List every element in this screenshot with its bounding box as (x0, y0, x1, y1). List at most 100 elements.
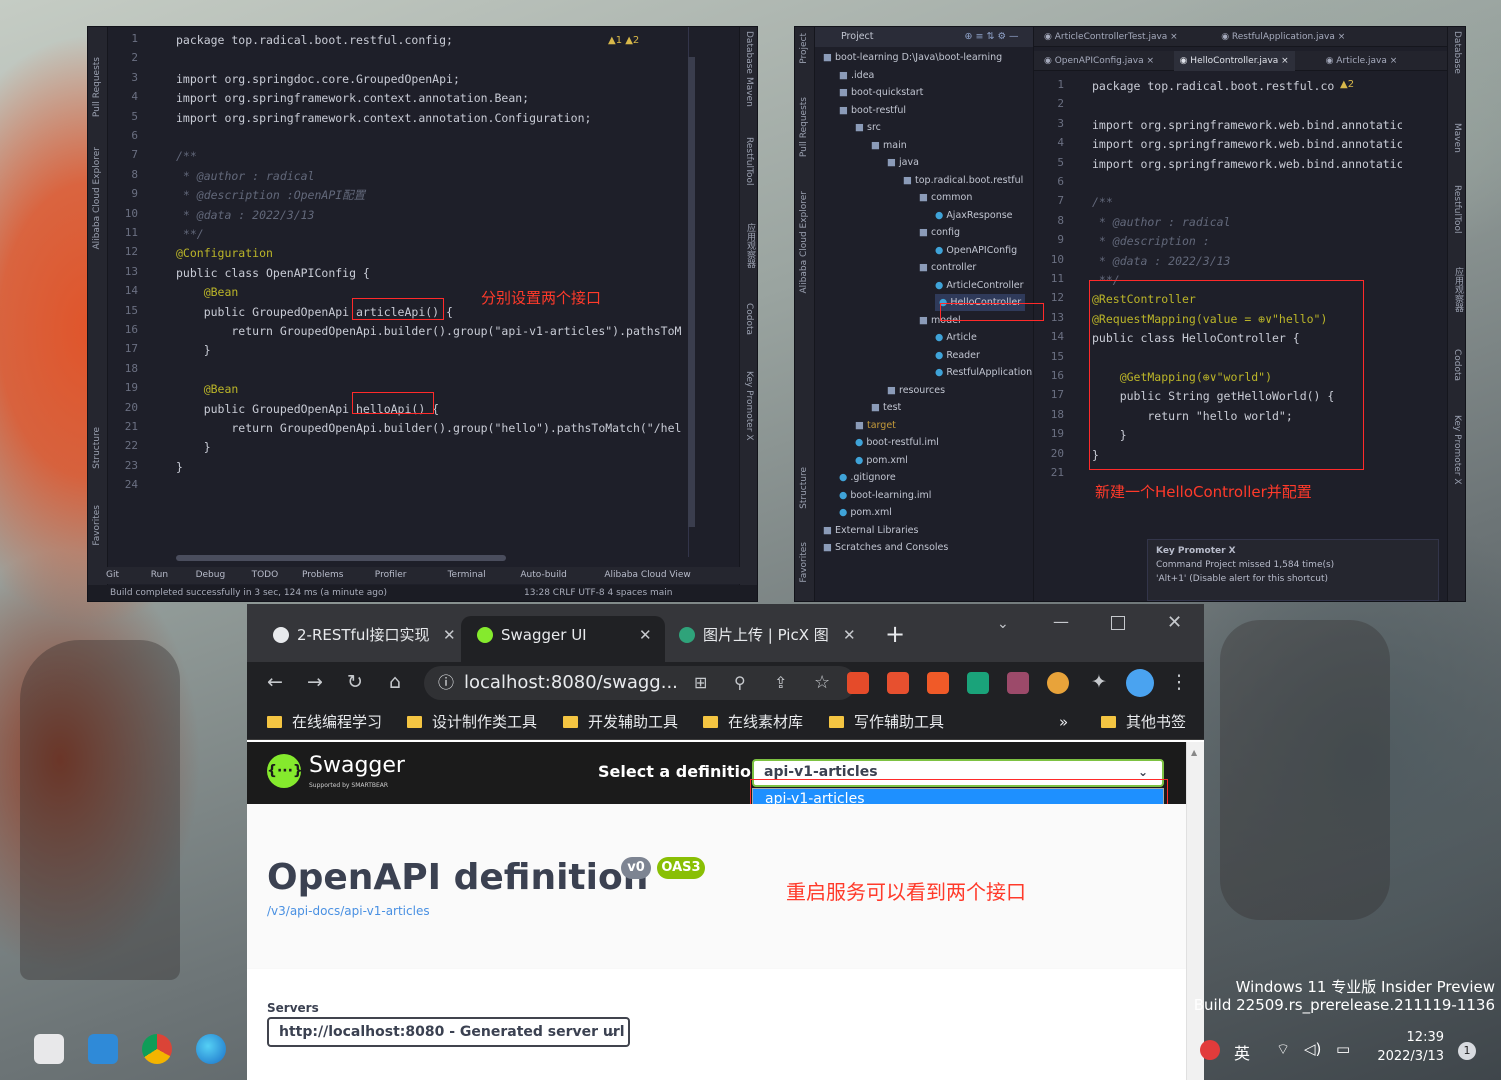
toolbar-item-debug[interactable]: Debug (196, 567, 226, 584)
desktop-app-icon[interactable] (88, 1034, 118, 1064)
panel-tools-icons[interactable]: ⊕ ≡ ⇅ ⚙ — (965, 31, 1019, 42)
tree-item[interactable]: ■ test (871, 399, 901, 416)
toolbar-item-git[interactable]: Git (106, 567, 119, 584)
side-label-structure-r[interactable]: Structure (799, 467, 809, 509)
editor-tab[interactable]: ◉ HelloController.java × (1173, 51, 1295, 71)
warnings-indicator[interactable]: ▲1 ▲2 (608, 35, 639, 46)
tree-item[interactable]: ■ target (855, 417, 896, 434)
side-label-pull-requests-r[interactable]: Pull Requests (799, 97, 809, 157)
side-label-database-r[interactable]: Database (1452, 31, 1462, 74)
side-label-alibaba-r[interactable]: Alibaba Cloud Explorer (799, 191, 809, 294)
swagger-logo-icon[interactable]: {···} (267, 754, 303, 788)
project-panel-header[interactable]: Project ⊕ ≡ ⇅ ⚙ — (815, 27, 1033, 47)
tree-item[interactable]: ■ resources (887, 382, 945, 399)
extension-icon-3[interactable] (927, 672, 949, 694)
tree-item[interactable]: ● RestfulApplication (935, 364, 1032, 381)
edge-taskbar-icon[interactable] (196, 1034, 226, 1064)
tree-item[interactable]: ● Reader (935, 347, 980, 364)
tree-item[interactable]: ■ common (919, 189, 972, 206)
side-label-key-promoter-r[interactable]: Key Promoter X (1452, 415, 1462, 485)
tab-close-icon[interactable]: ✕ (639, 616, 652, 654)
side-label-alibaba[interactable]: Alibaba Cloud Explorer (92, 147, 102, 250)
code-editor[interactable]: package top.radical.boot.restful.config;… (176, 31, 688, 557)
tab-close-icon[interactable]: ✕ (443, 616, 456, 654)
api-docs-link[interactable]: /v3/api-docs/api-v1-articles (267, 904, 430, 918)
toolbar-item-profiler[interactable]: Profiler (375, 567, 407, 584)
side-label-favorites[interactable]: Favorites (92, 505, 102, 546)
zoom-icon[interactable]: ⚲ (734, 666, 746, 700)
tree-item[interactable]: ● boot-restful.iml (855, 434, 939, 451)
extension-icon-4[interactable] (967, 672, 989, 694)
tree-item[interactable]: ● .gitignore (839, 469, 896, 486)
extension-icon-2[interactable] (887, 672, 909, 694)
bookmark-folder-2[interactable]: 设计制作类工具 (407, 712, 537, 732)
side-label-pull-requests[interactable]: Pull Requests (92, 57, 102, 117)
tree-item[interactable]: ● Article (935, 329, 977, 346)
ime-indicator[interactable]: 英 (1234, 1040, 1250, 1064)
tree-item[interactable]: ■ config (919, 224, 960, 241)
home-icon[interactable]: ⌂ (383, 670, 407, 694)
bookmarks-overflow[interactable]: » (1059, 712, 1068, 732)
page-scrollbar[interactable]: ▲ (1186, 742, 1204, 1080)
tree-item[interactable]: ■ boot-learning D:\Java\boot-learning (823, 49, 1002, 66)
minimize-icon[interactable]: — (1053, 612, 1069, 631)
menu-kebab-icon[interactable]: ⋮ (1167, 670, 1191, 694)
side-label-maven[interactable]: Maven (744, 77, 754, 107)
tree-item[interactable]: ■ java (887, 154, 919, 171)
puzzle-extensions-icon[interactable]: ✦ (1087, 670, 1111, 694)
toolbar-item-run[interactable]: Run (151, 567, 168, 584)
tree-item[interactable]: ■ boot-restful (839, 102, 906, 119)
wifi-icon[interactable]: ⌔ (1276, 1040, 1290, 1059)
address-bar[interactable]: ⓘ localhost:8080/swagg... ⊞ ⚲ ⇪ ☆ (424, 666, 856, 700)
info-icon[interactable]: ⓘ (438, 666, 454, 700)
swagger-logo-text[interactable]: Swagger (309, 754, 405, 778)
tree-item[interactable]: ● ArticleController (935, 277, 1024, 294)
clock-date[interactable]: 2022/3/13 (1372, 1049, 1444, 1064)
clock-time[interactable]: 12:39 (1400, 1030, 1444, 1045)
editor-status[interactable]: 13:28 CRLF UTF-8 4 spaces main (524, 585, 673, 601)
netease-tray-icon[interactable] (1200, 1040, 1220, 1060)
bookmark-folder-1[interactable]: 在线编程学习 (267, 712, 382, 732)
translate-icon[interactable]: ⊞ (694, 666, 707, 700)
scroll-up-icon[interactable]: ▲ (1191, 748, 1197, 757)
editor-tab[interactable]: ◉ Article.java × (1320, 51, 1404, 71)
tree-item[interactable]: ■ controller (919, 259, 976, 276)
tree-item[interactable]: ■ boot-quickstart (839, 84, 923, 101)
new-tab-icon[interactable]: + (885, 622, 905, 646)
bookmark-folder-5[interactable]: 写作辅助工具 (829, 712, 944, 732)
reload-icon[interactable]: ↻ (343, 670, 367, 694)
key-promoter-notification[interactable]: Key Promoter X Command Project missed 1,… (1147, 539, 1439, 601)
side-label-app-observer[interactable]: 应用观察器 (744, 223, 757, 268)
server-select[interactable]: http://localhost:8080 - Generated server… (267, 1017, 630, 1047)
chrome-taskbar-icon[interactable] (142, 1034, 172, 1064)
bookmark-folder-3[interactable]: 开发辅助工具 (563, 712, 678, 732)
side-label-key-promoter[interactable]: Key Promoter X (744, 371, 754, 441)
side-label-codota-r[interactable]: Codota (1452, 349, 1462, 381)
side-label-restfultool-r[interactable]: RestfulTool (1452, 185, 1462, 233)
side-label-maven-r[interactable]: Maven (1452, 123, 1462, 153)
extension-icon-1[interactable] (847, 672, 869, 694)
tree-item[interactable]: ● AjaxResponse (935, 207, 1013, 224)
extension-icon-6[interactable] (1047, 672, 1069, 694)
forward-icon[interactable]: → (303, 670, 327, 694)
extension-icon-5[interactable] (1007, 672, 1029, 694)
share-icon[interactable]: ⇪ (774, 666, 787, 700)
toolbar-item-todo[interactable]: TODO (252, 567, 279, 584)
warnings-indicator-right[interactable]: ▲2 (1340, 79, 1354, 90)
editor-tab[interactable]: ◉ ArticleControllerTest.java × (1038, 27, 1184, 47)
tree-item[interactable]: ■ top.radical.boot.restful (903, 172, 1023, 189)
notification-count-badge[interactable]: 1 (1458, 1042, 1476, 1060)
tree-item[interactable]: ● OpenAPIConfig (935, 242, 1017, 259)
tab-search-icon[interactable]: ⌄ (997, 616, 1009, 632)
tree-item[interactable]: ● pom.xml (839, 504, 892, 521)
side-label-app-observer-r[interactable]: 应用观察器 (1452, 267, 1465, 312)
side-label-restfultool[interactable]: RestfulTool (744, 137, 754, 185)
side-label-database[interactable]: Database (744, 31, 754, 74)
vertical-scrollbar[interactable] (688, 57, 695, 527)
maximize-icon[interactable] (1111, 616, 1125, 630)
tab-swagger[interactable]: Swagger UI ✕ (461, 616, 665, 662)
url-text[interactable]: localhost:8080/swagg... (464, 672, 678, 693)
bookmark-folder-other[interactable]: 其他书签 (1101, 712, 1186, 732)
toolbar-item-alibaba-cloud-view[interactable]: Alibaba Cloud View (604, 567, 690, 584)
tab-picx[interactable]: 图片上传 | PicX 图 ✕ (667, 616, 863, 662)
